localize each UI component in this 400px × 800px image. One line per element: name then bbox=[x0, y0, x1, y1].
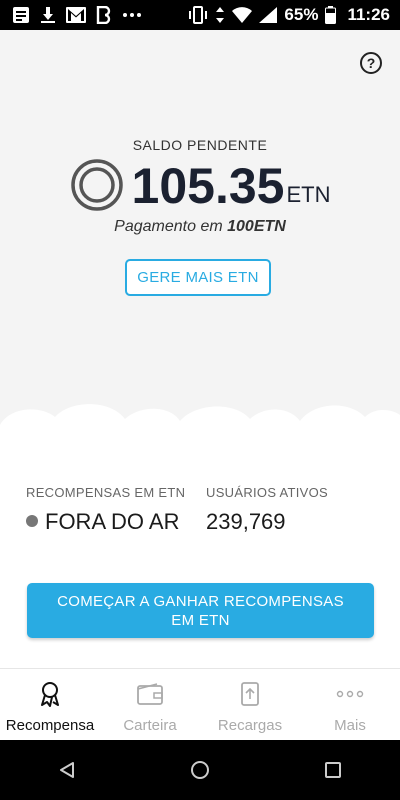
gmail-icon bbox=[66, 7, 86, 23]
battery-percent: 65% bbox=[284, 5, 319, 24]
tab-recompensa[interactable]: Recompensa bbox=[0, 669, 100, 741]
balance-row: 105.35 ETN bbox=[0, 158, 400, 214]
payout-prefix: Pagamento em bbox=[114, 218, 228, 235]
b-app-icon bbox=[96, 6, 112, 24]
more-dots-icon bbox=[122, 12, 142, 18]
tab-mais[interactable]: Mais bbox=[300, 669, 400, 741]
clock: 11:26 bbox=[347, 5, 390, 24]
payout-threshold: Pagamento em 100ETN bbox=[0, 218, 400, 236]
tab-label: Carteira bbox=[123, 717, 177, 734]
rewards-status: FORA DO AR bbox=[26, 508, 186, 536]
tab-label: Recargas bbox=[217, 717, 283, 734]
signal-icon bbox=[259, 7, 278, 23]
active-users-label: USUÁRIOS ATIVOS bbox=[206, 485, 329, 500]
system-nav-bar bbox=[0, 740, 400, 800]
active-users-value: 239,769 bbox=[206, 509, 286, 534]
earn-more-button[interactable]: GERE MAIS ETN bbox=[125, 259, 271, 296]
wallet-icon bbox=[137, 681, 163, 707]
rewards-panel: RECOMPENSAS EM ETN USUÁRIOS ATIVOS FORA … bbox=[0, 440, 400, 668]
message-icon bbox=[12, 6, 30, 24]
recents-icon[interactable] bbox=[303, 750, 363, 790]
award-icon bbox=[39, 681, 61, 707]
vibrate-icon bbox=[188, 6, 208, 24]
status-bar: 65% 11:26 bbox=[0, 0, 400, 30]
etn-coin-icon bbox=[70, 159, 123, 211]
start-earning-button[interactable]: COMEÇAR A GANHAR RECOMPENSAS EM ETN bbox=[27, 583, 374, 638]
balance-value: 105.35 bbox=[131, 158, 285, 214]
data-arrows-icon bbox=[215, 6, 225, 24]
download-icon bbox=[40, 6, 56, 24]
cloud-divider bbox=[0, 404, 400, 445]
help-icon[interactable]: ? bbox=[360, 52, 382, 74]
tab-label: Recompensa bbox=[5, 717, 95, 734]
bottom-tab-bar: Recompensa Carteira Recargas Mais bbox=[0, 668, 400, 741]
payout-amount: 100ETN bbox=[227, 218, 286, 235]
tab-carteira[interactable]: Carteira bbox=[100, 669, 200, 741]
status-dot-icon bbox=[26, 515, 38, 527]
topup-icon bbox=[241, 681, 259, 707]
tab-recargas[interactable]: Recargas bbox=[200, 669, 300, 741]
rewards-status-text: FORA DO AR bbox=[45, 509, 180, 534]
balance-unit: ETN bbox=[286, 182, 331, 207]
balance-panel: ? SALDO PENDENTE 105.35 ETN Pagamento em… bbox=[0, 30, 400, 420]
back-icon[interactable] bbox=[37, 750, 97, 790]
more-icon bbox=[336, 681, 364, 707]
battery-icon bbox=[325, 6, 337, 24]
wifi-icon bbox=[232, 7, 253, 23]
rewards-label: RECOMPENSAS EM ETN bbox=[26, 485, 186, 500]
tab-label: Mais bbox=[334, 717, 366, 734]
pending-balance-label: SALDO PENDENTE bbox=[132, 137, 268, 153]
home-icon[interactable] bbox=[170, 750, 230, 790]
